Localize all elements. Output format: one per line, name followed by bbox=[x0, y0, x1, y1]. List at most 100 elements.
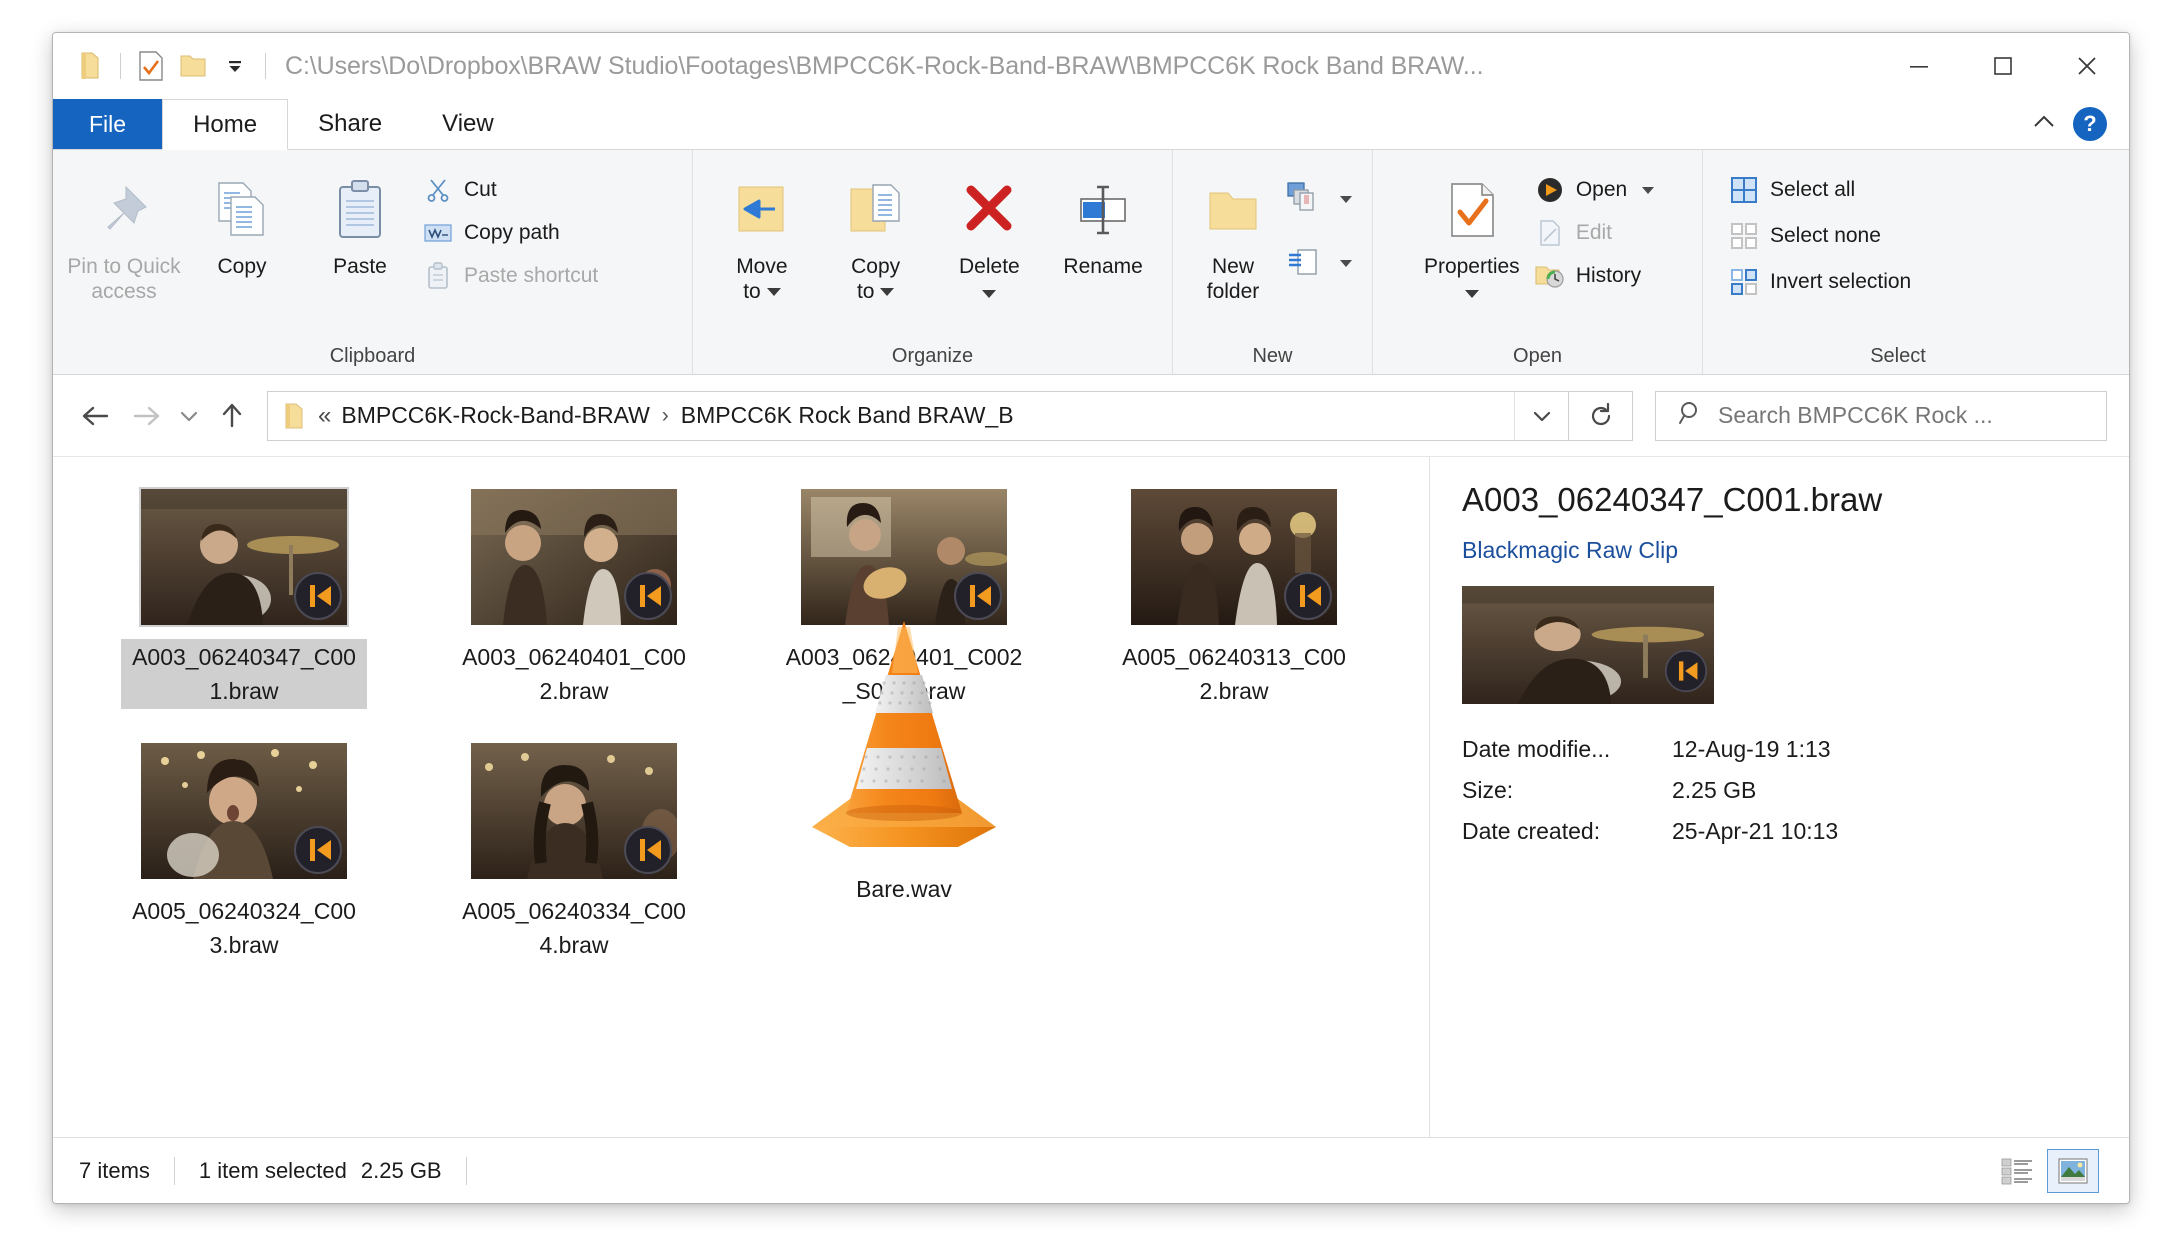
address-dropdown-icon[interactable] bbox=[1514, 392, 1568, 440]
tab-file[interactable]: File bbox=[53, 99, 162, 149]
file-item[interactable]: Bare.wav bbox=[739, 603, 1069, 969]
file-item[interactable]: A003_06240347_C001.braw bbox=[79, 479, 409, 715]
details-file-type: Blackmagic Raw Clip bbox=[1462, 537, 2099, 564]
forward-button[interactable] bbox=[121, 391, 171, 441]
play-overlay-icon bbox=[1664, 649, 1708, 698]
open-caret-icon[interactable] bbox=[1642, 187, 1654, 194]
properties-button[interactable]: Properties bbox=[1413, 160, 1531, 304]
large-icons-view-button[interactable] bbox=[2047, 1149, 2099, 1193]
close-button[interactable] bbox=[2045, 33, 2129, 99]
tab-share[interactable]: Share bbox=[288, 99, 412, 149]
file-name: Bare.wav bbox=[781, 871, 1027, 907]
ribbon-group-clipboard: Pin to Quickaccess Copy bbox=[53, 150, 693, 374]
easy-access-caret-icon[interactable] bbox=[1340, 260, 1352, 267]
copy-path-label: Copy path bbox=[464, 221, 560, 245]
invert-selection-icon bbox=[1729, 267, 1759, 297]
new-folder-quick-icon[interactable] bbox=[172, 45, 214, 87]
new-folder-label: Newfolder bbox=[1207, 254, 1260, 304]
breadcrumb-overflow-icon[interactable]: « bbox=[314, 402, 335, 430]
quick-access-toolbar bbox=[53, 45, 275, 87]
edit-button[interactable]: Edit bbox=[1531, 215, 1662, 251]
file-item[interactable]: A005_06240324_C003.braw bbox=[79, 733, 409, 969]
address-bar[interactable]: « BMPCC6K-Rock-Band-BRAW › BMPCC6K Rock … bbox=[267, 391, 1569, 441]
play-overlay-icon bbox=[293, 571, 343, 621]
search-box[interactable]: Search BMPCC6K Rock ... bbox=[1655, 391, 2107, 441]
rename-icon bbox=[1070, 170, 1136, 250]
collapse-ribbon-icon[interactable] bbox=[2029, 111, 2059, 138]
details-key: Date modifie... bbox=[1462, 736, 1672, 763]
copy-path-button[interactable]: Copy path bbox=[419, 215, 606, 251]
clipboard-small-buttons: Cut Copy path Paste shortcut bbox=[419, 160, 606, 294]
content-area: A003_06240347_C001.braw bbox=[53, 457, 2129, 1137]
qat-divider-1 bbox=[120, 53, 121, 79]
file-item[interactable]: A005_06240313_C002.braw bbox=[1069, 479, 1399, 715]
back-button[interactable] bbox=[71, 391, 121, 441]
paste-label: Paste bbox=[333, 254, 387, 279]
explorer-window: C:\Users\Do\Dropbox\BRAW Studio\Footages… bbox=[52, 32, 2130, 1204]
details-value: 12-Aug-19 1:13 bbox=[1672, 736, 1831, 763]
vlc-cone-icon bbox=[794, 613, 1014, 858]
edit-label: Edit bbox=[1576, 221, 1612, 245]
view-switch bbox=[1991, 1149, 2113, 1193]
file-thumbnail bbox=[139, 487, 349, 627]
file-thumbnail bbox=[1129, 487, 1339, 627]
details-file-name: A003_06240347_C001.braw bbox=[1462, 481, 2099, 519]
select-none-label: Select none bbox=[1770, 224, 1881, 248]
group-label-select: Select bbox=[1703, 341, 2093, 368]
customize-qat-chevron-icon[interactable] bbox=[214, 45, 256, 87]
maximize-button[interactable] bbox=[1961, 33, 2045, 99]
new-item-button[interactable] bbox=[1281, 176, 1360, 222]
title-bar: C:\Users\Do\Dropbox\BRAW Studio\Footages… bbox=[53, 33, 2129, 99]
caption-buttons bbox=[1877, 33, 2129, 99]
rename-label: Rename bbox=[1063, 254, 1142, 279]
paste-button[interactable]: Paste bbox=[301, 160, 419, 279]
status-selection-size: 2.25 GB bbox=[361, 1158, 442, 1184]
file-thumbnail bbox=[469, 487, 679, 627]
tab-home[interactable]: Home bbox=[162, 99, 288, 150]
minimize-button[interactable] bbox=[1877, 33, 1961, 99]
file-item[interactable]: A003_06240401_C002.braw bbox=[409, 479, 739, 715]
delete-button[interactable]: Delete bbox=[933, 160, 1047, 304]
file-item[interactable]: A005_06240334_C004.braw bbox=[409, 733, 739, 969]
history-button[interactable]: History bbox=[1531, 258, 1662, 294]
edit-icon bbox=[1535, 218, 1565, 248]
copy-to-button[interactable]: Copyto bbox=[819, 160, 933, 304]
paste-shortcut-button[interactable]: Paste shortcut bbox=[419, 258, 606, 294]
rename-button[interactable]: Rename bbox=[1046, 160, 1160, 279]
select-all-button[interactable]: Select all bbox=[1725, 172, 1919, 208]
recent-locations-button[interactable] bbox=[171, 391, 207, 441]
new-folder-icon bbox=[1202, 170, 1264, 250]
select-none-button[interactable]: Select none bbox=[1725, 218, 1919, 254]
help-icon[interactable]: ? bbox=[2073, 107, 2107, 141]
select-small-buttons: Select all Select none Invert selection bbox=[1725, 160, 1919, 300]
open-vlc-icon bbox=[1535, 175, 1565, 205]
history-icon bbox=[1535, 261, 1565, 291]
details-pane: A003_06240347_C001.braw Blackmagic Raw C… bbox=[1429, 457, 2129, 1137]
new-item-caret-icon[interactable] bbox=[1340, 196, 1352, 203]
invert-selection-button[interactable]: Invert selection bbox=[1725, 264, 1919, 300]
tab-view[interactable]: View bbox=[412, 99, 524, 149]
breadcrumb-separator-0[interactable]: › bbox=[656, 404, 675, 428]
breadcrumb-item-0[interactable]: BMPCC6K-Rock-Band-BRAW bbox=[335, 402, 655, 429]
easy-access-button[interactable] bbox=[1281, 240, 1360, 286]
properties-label: Properties bbox=[1424, 254, 1520, 304]
new-folder-button[interactable]: Newfolder bbox=[1185, 160, 1281, 304]
ribbon-group-select: Select all Select none Invert selection bbox=[1703, 150, 2129, 374]
details-view-button[interactable] bbox=[1991, 1149, 2043, 1193]
file-list[interactable]: A003_06240347_C001.braw bbox=[53, 457, 1429, 1137]
open-with-button[interactable]: Open bbox=[1531, 172, 1662, 208]
cut-button[interactable]: Cut bbox=[419, 172, 606, 208]
up-button[interactable] bbox=[207, 391, 257, 441]
breadcrumb-item-1[interactable]: BMPCC6K Rock Band BRAW_B bbox=[675, 402, 1020, 429]
refresh-button[interactable] bbox=[1569, 391, 1633, 441]
search-input[interactable]: Search BMPCC6K Rock ... bbox=[1718, 402, 1993, 429]
open-small-buttons: Open Edit History bbox=[1531, 160, 1662, 294]
pin-to-quick-access-button[interactable]: Pin to Quickaccess bbox=[65, 160, 183, 304]
ribbon-group-open: Properties Open Edit bbox=[1373, 150, 1703, 374]
copy-path-icon bbox=[423, 218, 453, 248]
select-all-icon bbox=[1729, 175, 1759, 205]
move-to-button[interactable]: Moveto bbox=[705, 160, 819, 304]
properties-quick-icon[interactable] bbox=[130, 45, 172, 87]
file-thumbnail bbox=[799, 487, 1009, 627]
copy-button[interactable]: Copy bbox=[183, 160, 301, 279]
